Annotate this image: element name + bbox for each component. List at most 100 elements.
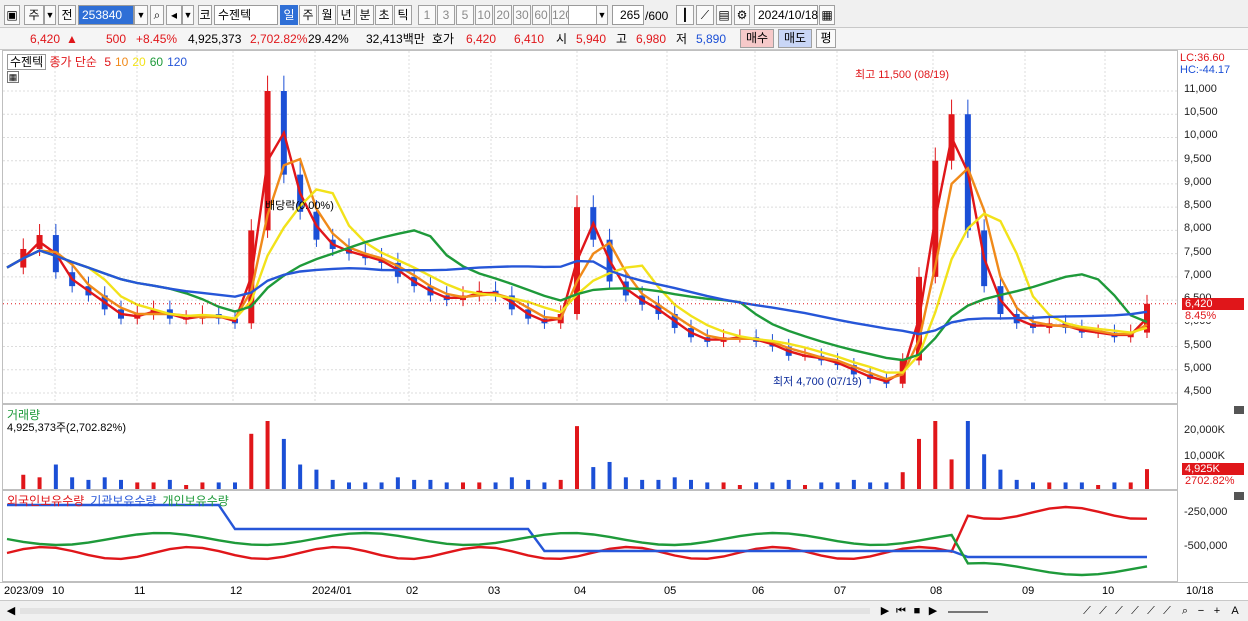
period-button-3[interactable]: 년 — [337, 5, 355, 25]
gear-icon[interactable]: ⚙ — [734, 5, 750, 25]
scrollbar-track[interactable] — [20, 608, 870, 614]
draw-tool-icon[interactable]: ⟋ — [696, 5, 714, 25]
date-input[interactable]: 2024/10/18 — [754, 5, 818, 25]
volume-bar — [737, 485, 742, 489]
volume-bar — [1063, 482, 1068, 489]
up-arrow-icon: ▲ — [66, 32, 78, 46]
volume-bar — [314, 469, 319, 489]
volume-bar — [949, 459, 954, 489]
price-legend: 수젠텍 종가 단순 5 10 20 60 120 — [7, 53, 187, 70]
tool-icon-5[interactable]: ⟋ — [1144, 603, 1158, 619]
high-value: 6,980 — [636, 32, 667, 46]
layout-icon[interactable]: ▣ — [4, 5, 20, 25]
volume-bar — [998, 469, 1003, 489]
tool-icon-3[interactable]: ⟋ — [1112, 603, 1126, 619]
period-button-5[interactable]: 초 — [375, 5, 393, 25]
candle-type-icon[interactable]: ┃ — [676, 5, 694, 25]
prev-button[interactable]: 전 — [58, 5, 76, 25]
period-button-2[interactable]: 월 — [318, 5, 336, 25]
open-label: 시 — [556, 32, 568, 46]
unit-dropdown-icon[interactable]: ▼ — [596, 5, 608, 25]
minute-button-30[interactable]: 30 — [513, 5, 531, 25]
zoom-icon[interactable]: ⌕ — [1178, 603, 1192, 619]
volume-chart — [21, 421, 1149, 489]
plus-icon[interactable]: + — [1210, 603, 1224, 619]
volume-bar — [623, 477, 628, 489]
search-icon[interactable]: ⌕ — [150, 5, 164, 25]
calculator-icon[interactable]: ▦ — [7, 71, 19, 83]
holding-legend-1: 기관보유수량 — [90, 494, 157, 508]
minute-button-20[interactable]: 20 — [494, 5, 512, 25]
stop-icon[interactable]: ■ — [910, 603, 924, 619]
market-type-label: 코 — [198, 5, 212, 25]
scroll-left-icon[interactable]: ◀ — [4, 603, 18, 619]
panel-close-icon[interactable] — [1234, 406, 1244, 414]
stock-tag: 수젠텍 — [7, 54, 47, 70]
turnover-pct: 29.42% — [308, 32, 349, 46]
period-button-1[interactable]: 주 — [299, 5, 317, 25]
price-tick-2: 10,000 — [1184, 129, 1218, 142]
first-icon[interactable]: ⏮ — [894, 603, 908, 619]
tool-icon-6[interactable]: ⟋ — [1160, 603, 1174, 619]
market-select[interactable]: 주 — [24, 5, 44, 25]
period-button-4[interactable]: 분 — [356, 5, 374, 25]
volume-bar — [591, 467, 596, 489]
scroll-right-icon[interactable]: ▶ — [878, 603, 892, 619]
minute-button-10[interactable]: 10 — [475, 5, 493, 25]
volume-pct-badge: 2702.82% — [1182, 475, 1244, 487]
tool-icon-1[interactable]: ⟋ — [1080, 603, 1094, 619]
quote-bar: 6,420 ▲ 500 +8.45% 4,925,373 2,702.82% 2… — [0, 28, 1248, 50]
volume-bar — [151, 482, 156, 489]
save-icon[interactable]: ▤ — [716, 5, 732, 25]
period-button-0[interactable]: 일 — [280, 5, 298, 25]
stock-name-field[interactable]: 수젠텍 — [214, 5, 278, 25]
price-change: 500 — [106, 32, 127, 46]
volume-bar — [298, 464, 303, 489]
tool-icon-2[interactable]: ⟋ — [1096, 603, 1110, 619]
code-dropdown-icon[interactable]: ▼ — [134, 5, 148, 25]
volume-bar — [607, 461, 612, 489]
period-button-6[interactable]: 틱 — [394, 5, 412, 25]
calendar-icon[interactable]: ▦ — [819, 5, 835, 25]
font-icon[interactable]: A — [1228, 603, 1242, 619]
chevron-down-icon[interactable]: ▼ — [44, 5, 56, 25]
x-label-5: 02 — [406, 585, 419, 597]
zoom-slider[interactable] — [948, 611, 988, 613]
volume-bar — [542, 482, 547, 489]
volume-bar — [21, 474, 26, 489]
volume-bar — [835, 482, 840, 489]
minute-button-1[interactable]: 1 — [418, 5, 436, 25]
speaker-dropdown-icon[interactable]: ▼ — [182, 5, 194, 25]
minus-icon[interactable]: − — [1194, 603, 1208, 619]
holding-tick-2: -500,000 — [1184, 540, 1228, 552]
price-tick-12: 5,000 — [1184, 361, 1212, 374]
buy-button[interactable]: 매수 — [740, 29, 774, 48]
volume-tick-2: 10,000K — [1184, 450, 1225, 462]
holding-close-icon[interactable] — [1234, 492, 1244, 500]
volume-badge: 4,925K — [1182, 463, 1244, 475]
volume-bar — [281, 438, 286, 489]
volume-bar — [1047, 482, 1052, 489]
minute-button-3[interactable]: 3 — [437, 5, 455, 25]
low-annotation: 최저 4,700 (07/19) — [773, 376, 862, 388]
current-price: 6,420 — [30, 32, 61, 46]
price-tick-6: 8,000 — [1184, 222, 1212, 235]
price-axis: LC:36.60 HC:-44.17 11,000 10,500 10,000 9,5… — [1178, 50, 1248, 404]
avg-button[interactable]: 평 — [816, 29, 836, 48]
sell-button[interactable]: 매도 — [778, 29, 812, 48]
volume-bar — [1145, 469, 1149, 489]
bid1-value: 6,420 — [466, 32, 497, 46]
minute-button-60[interactable]: 60 — [532, 5, 550, 25]
holding-legend-2: 개인보유수량 — [162, 494, 229, 508]
tool-icon-4[interactable]: ⟋ — [1128, 603, 1142, 619]
next-icon[interactable]: ▶ — [926, 603, 940, 619]
volume-bar — [819, 482, 824, 489]
volume-bar — [933, 421, 938, 489]
minute-button-5[interactable]: 5 — [456, 5, 474, 25]
ma-legend-20: 20 — [132, 55, 146, 69]
code-input[interactable]: 253840 — [78, 5, 134, 25]
price-tick-5: 8,500 — [1184, 199, 1212, 212]
count-input[interactable]: 265 — [612, 5, 644, 25]
volume-bar — [705, 482, 710, 489]
speaker-icon[interactable]: ◂ — [166, 5, 182, 25]
